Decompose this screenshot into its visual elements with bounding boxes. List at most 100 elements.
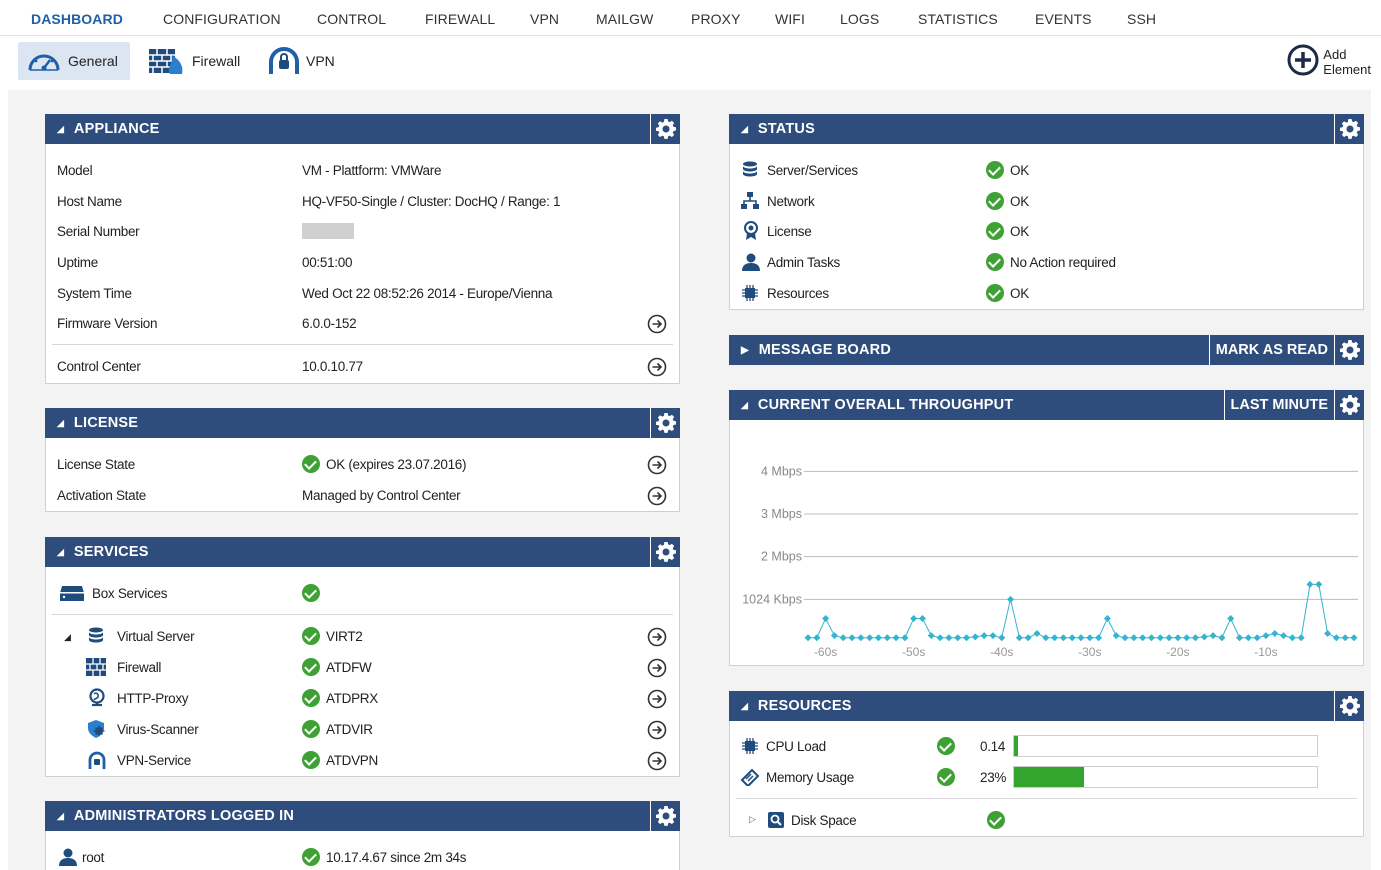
data-point <box>839 634 847 642</box>
collapse-icon[interactable]: ◢ <box>57 547 64 558</box>
collapse-icon[interactable]: ◢ <box>741 124 748 135</box>
throughput-header[interactable]: ◢ CURRENT OVERALL THROUGHPUT LAST MINUTE <box>729 390 1364 420</box>
add-element-label: Add Element <box>1323 46 1371 77</box>
row-value: HQ-VF50-Single / Cluster: DocHQ / Range:… <box>302 193 561 209</box>
collapse-icon[interactable]: ◢ <box>741 701 748 712</box>
nav-firewall[interactable]: FIREWALL <box>425 11 495 27</box>
data-point <box>848 634 856 642</box>
row-label: Virtual Server <box>117 628 195 644</box>
nav-configuration[interactable]: CONFIGURATION <box>163 11 281 27</box>
gear-icon[interactable] <box>1334 390 1364 420</box>
virus-shield-icon <box>87 719 107 739</box>
gear-icon[interactable] <box>1334 691 1364 721</box>
row-value: 6.0.0-152 <box>302 315 357 331</box>
gear-icon[interactable] <box>650 537 680 567</box>
tab-firewall[interactable]: Firewall <box>140 42 248 80</box>
resources-row-memory: Memory Usage 23% <box>730 762 1363 792</box>
row-value: 10.17.4.67 since 2m 34s <box>302 848 467 866</box>
row-label: Serial Number <box>57 223 140 239</box>
nav-statistics[interactable]: STATISTICS <box>918 11 998 27</box>
data-point <box>1280 632 1288 640</box>
arrow-right-circle-icon[interactable] <box>647 314 667 337</box>
tab-general[interactable]: General <box>18 42 130 80</box>
throughput-panel: ◢ CURRENT OVERALL THROUGHPUT LAST MINUTE… <box>729 390 1364 666</box>
row-label: Resources <box>767 285 829 301</box>
y-tick-label: 4 Mbps <box>761 464 802 478</box>
row-label: CPU Load <box>766 738 826 754</box>
services-panel: ◢ SERVICES Box Services ◢ Virtual Server… <box>45 537 680 777</box>
message-board-header[interactable]: ▶ MESSAGE BOARD MARK AS READ <box>729 335 1364 365</box>
nav-wifi[interactable]: WIFI <box>775 11 805 27</box>
services-row-virusscanner[interactable]: Virus-Scanner ATDVIR <box>46 714 679 744</box>
arrow-right-circle-icon[interactable] <box>647 658 667 681</box>
gear-icon[interactable] <box>650 801 680 831</box>
arrow-right-circle-icon[interactable] <box>647 357 667 380</box>
collapse-icon[interactable]: ◢ <box>64 632 71 643</box>
data-point <box>963 634 971 642</box>
gear-icon[interactable] <box>1334 114 1364 144</box>
network-icon <box>741 192 759 210</box>
data-point <box>1271 629 1279 637</box>
row-label: Control Center <box>57 358 141 374</box>
row-label: Disk Space <box>791 812 857 828</box>
data-point <box>910 615 918 623</box>
nav-control[interactable]: CONTROL <box>317 11 386 27</box>
add-element-button[interactable]: Add Element <box>1287 44 1371 79</box>
nav-mailgw[interactable]: MAILGW <box>596 11 653 27</box>
resources-header[interactable]: ◢ RESOURCES <box>729 691 1364 721</box>
expand-icon[interactable]: ▶ <box>741 345 749 356</box>
gear-icon[interactable] <box>650 114 680 144</box>
message-board-panel: ▶ MESSAGE BOARD MARK AS READ <box>729 335 1364 365</box>
nav-dashboard[interactable]: DASHBOARD <box>31 11 123 27</box>
data-point <box>1236 634 1244 642</box>
last-minute-button[interactable]: LAST MINUTE <box>1223 390 1334 420</box>
services-row-httpproxy[interactable]: HTTP-Proxy ATDPRX <box>46 683 679 713</box>
nav-proxy[interactable]: PROXY <box>691 11 741 27</box>
arrow-right-circle-icon[interactable] <box>647 720 667 743</box>
status-panel: ◢ STATUS Server/Services OK Network OK L… <box>729 114 1364 310</box>
services-row-firewall[interactable]: Firewall ATDFW <box>46 652 679 682</box>
license-header[interactable]: ◢ LICENSE <box>45 408 680 438</box>
data-point <box>1174 634 1182 642</box>
data-point <box>1165 634 1173 642</box>
arrow-right-circle-icon[interactable] <box>647 751 667 774</box>
mark-as-read-button[interactable]: MARK AS READ <box>1208 335 1334 365</box>
nav-vpn[interactable]: VPN <box>530 11 559 27</box>
service-value: ATDVPN <box>326 752 378 768</box>
expand-icon[interactable]: ▷ <box>749 814 756 825</box>
memory-usage-value: 23% <box>980 769 1007 785</box>
data-point <box>936 634 944 642</box>
collapse-icon[interactable]: ◢ <box>57 124 64 135</box>
services-row-vpnservice[interactable]: VPN-Service ATDVPN <box>46 745 679 775</box>
ok-check-icon <box>937 768 955 786</box>
arrow-right-circle-icon[interactable] <box>647 455 667 478</box>
collapse-icon[interactable]: ◢ <box>57 811 64 822</box>
data-point <box>980 632 988 640</box>
arrow-right-circle-icon[interactable] <box>647 689 667 712</box>
status-header[interactable]: ◢ STATUS <box>729 114 1364 144</box>
resources-row-diskspace[interactable]: ▷ Disk Space <box>730 805 1363 835</box>
arrow-right-circle-icon[interactable] <box>647 627 667 650</box>
collapse-icon[interactable]: ◢ <box>741 400 748 411</box>
row-value: Managed by Control Center <box>302 487 461 503</box>
administrators-header[interactable]: ◢ ADMINISTRATORS LOGGED IN <box>45 801 680 831</box>
nav-events[interactable]: EVENTS <box>1035 11 1092 27</box>
row-value: OK (expires 23.07.2016) <box>302 455 466 473</box>
services-row-virtualserver[interactable]: ◢ Virtual Server VIRT2 <box>46 621 679 651</box>
services-header[interactable]: ◢ SERVICES <box>45 537 680 567</box>
nav-ssh[interactable]: SSH <box>1127 11 1156 27</box>
data-point <box>866 634 874 642</box>
gear-icon[interactable] <box>650 408 680 438</box>
tab-vpn[interactable]: VPN <box>260 42 343 80</box>
appliance-header[interactable]: ◢ APPLIANCE <box>45 114 680 144</box>
speedometer-icon <box>26 46 62 76</box>
row-label: Activation State <box>57 487 147 503</box>
row-label: Admin Tasks <box>767 254 840 270</box>
appliance-row-controlcenter: Control Center 10.0.10.77 <box>46 351 679 381</box>
row-label: root <box>82 849 105 865</box>
gear-icon[interactable] <box>1334 335 1364 365</box>
arrow-right-circle-icon[interactable] <box>647 486 667 509</box>
nav-logs[interactable]: LOGS <box>840 11 879 27</box>
collapse-icon[interactable]: ◢ <box>57 418 64 429</box>
firewall-icon <box>148 47 186 75</box>
